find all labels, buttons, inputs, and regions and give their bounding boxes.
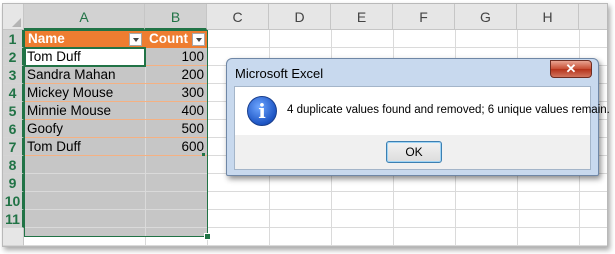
cell-count[interactable]: 400 bbox=[145, 102, 207, 119]
cell-name[interactable]: Mickey Mouse bbox=[24, 84, 145, 101]
row-header-10[interactable]: 10 bbox=[3, 192, 24, 210]
close-icon: ✕ bbox=[565, 61, 577, 76]
column-header-g[interactable]: G bbox=[455, 4, 517, 30]
cell-name[interactable]: Sandra Mahan bbox=[24, 66, 145, 83]
close-button[interactable]: ✕ bbox=[550, 60, 592, 78]
column-header-f[interactable]: F bbox=[393, 4, 455, 30]
row-header-6[interactable]: 6 bbox=[3, 120, 24, 138]
column-header-d[interactable]: D bbox=[269, 4, 331, 30]
info-icon: i bbox=[247, 96, 277, 126]
cell-name[interactable]: Tom Duff bbox=[24, 138, 145, 155]
cell-name[interactable]: Tom Duff bbox=[24, 48, 145, 65]
header-name-label: Name bbox=[28, 31, 65, 46]
column-header-h[interactable]: H bbox=[517, 4, 579, 30]
cell-name[interactable]: Goofy bbox=[24, 120, 145, 137]
filter-dropdown-name[interactable] bbox=[129, 33, 142, 46]
fill-handle[interactable] bbox=[204, 233, 211, 240]
row-header-partial bbox=[3, 228, 24, 246]
cell-count[interactable]: 500 bbox=[145, 120, 207, 137]
column-header-partial bbox=[579, 4, 607, 30]
select-all-corner[interactable] bbox=[3, 4, 24, 30]
dialog-message: 4 duplicate values found and removed; 6 … bbox=[287, 104, 610, 116]
chevron-down-icon bbox=[133, 38, 139, 42]
row-header-7[interactable]: 7 bbox=[3, 138, 24, 156]
column-header-e[interactable]: E bbox=[331, 4, 393, 30]
row-header-2[interactable]: 2 bbox=[3, 48, 24, 66]
ok-button[interactable]: OK bbox=[386, 141, 442, 163]
cell-count[interactable]: 100 bbox=[145, 48, 207, 65]
dialog-body: i 4 duplicate values found and removed; … bbox=[234, 86, 610, 170]
column-header-a[interactable]: A bbox=[24, 4, 145, 30]
row-header-5[interactable]: 5 bbox=[3, 102, 24, 120]
row-header-4[interactable]: 4 bbox=[3, 84, 24, 102]
cell-count[interactable]: 600 bbox=[145, 138, 207, 155]
cell-name[interactable]: Minnie Mouse bbox=[24, 102, 145, 119]
filter-dropdown-count[interactable] bbox=[192, 33, 205, 46]
table-resize-handle[interactable] bbox=[202, 153, 205, 156]
cell-count[interactable]: 300 bbox=[145, 84, 207, 101]
row-header-9[interactable]: 9 bbox=[3, 174, 24, 192]
chevron-down-icon bbox=[196, 38, 202, 42]
row-header-8[interactable]: 8 bbox=[3, 156, 24, 174]
column-header-b[interactable]: B bbox=[145, 4, 207, 30]
header-count-label: Count bbox=[149, 31, 188, 46]
row-header-3[interactable]: 3 bbox=[3, 66, 24, 84]
dialog-title: Microsoft Excel bbox=[235, 66, 324, 81]
row-header-11[interactable]: 11 bbox=[3, 210, 24, 228]
column-header-c[interactable]: C bbox=[207, 4, 269, 30]
dialog-message-area: i 4 duplicate values found and removed; … bbox=[235, 87, 610, 135]
cell-count[interactable]: 200 bbox=[145, 66, 207, 83]
row-header-1[interactable]: 1 bbox=[3, 30, 24, 48]
table-header-name[interactable]: Name bbox=[24, 30, 145, 48]
message-dialog: Microsoft Excel ✕ i 4 duplicate values f… bbox=[226, 58, 610, 176]
